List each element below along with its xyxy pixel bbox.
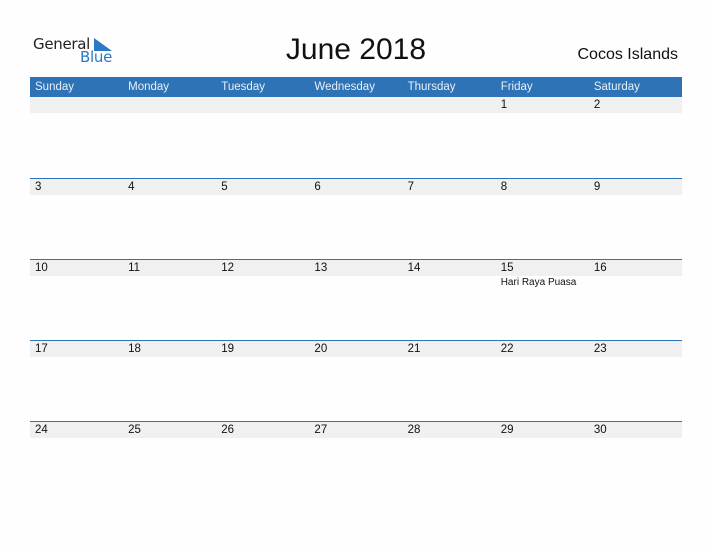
event-cell [216, 276, 309, 288]
event-cell [123, 113, 216, 114]
calendar-grid: Sunday Monday Tuesday Wednesday Thursday… [30, 77, 682, 502]
day-cell: 21 [407, 343, 421, 355]
event-cell [123, 357, 216, 358]
event-cell [123, 195, 216, 196]
day-cell: 6 [314, 181, 321, 193]
day-cell [216, 97, 309, 113]
week-row-1: 1 2 [30, 97, 682, 178]
weekday-friday: Friday [500, 81, 533, 93]
event-cell [309, 195, 402, 196]
day-cell: 18 [128, 343, 141, 355]
event-cell [403, 276, 496, 288]
event-cell [216, 438, 309, 439]
event-cell [30, 113, 123, 114]
event-cell [309, 357, 402, 358]
events-row [30, 438, 682, 439]
day-cell: 23 [593, 343, 607, 355]
weekday-wednesday: Wednesday [314, 81, 375, 93]
weekday-sunday: Sunday [35, 81, 75, 93]
event-cell [216, 113, 309, 114]
event-cell [589, 357, 682, 358]
day-cell [30, 97, 123, 113]
event-cell [309, 438, 402, 439]
day-cell: 9 [593, 181, 601, 193]
day-cell: 10 [35, 262, 48, 274]
day-cell: 22 [500, 343, 514, 355]
event-cell [589, 113, 682, 114]
week-row-4: 17 18 19 20 21 22 23 [30, 340, 682, 421]
events-row: Hari Raya Puasa [30, 276, 682, 288]
day-cell: 25 [128, 424, 141, 436]
day-cell [123, 97, 216, 113]
event-cell [30, 195, 123, 196]
day-number-band: 17 18 19 20 21 22 23 [30, 341, 682, 357]
event-cell [496, 357, 589, 358]
event-cell [216, 357, 309, 358]
day-cell: 17 [35, 343, 48, 355]
day-number-band: 24 25 26 27 28 29 30 [30, 422, 682, 438]
day-cell: 1 [500, 99, 508, 111]
week-row-3: 10 11 12 13 14 15 16 Hari Raya Puasa [30, 259, 682, 340]
event-cell [309, 113, 402, 114]
day-number-band: 1 2 [30, 97, 682, 113]
events-row [30, 195, 682, 196]
event-cell [496, 195, 589, 196]
day-cell: 27 [314, 424, 328, 436]
day-cell [403, 97, 496, 113]
day-cell: 19 [221, 343, 235, 355]
holiday-label: Hari Raya Puasa [500, 277, 577, 288]
event-cell [403, 195, 496, 196]
day-cell: 30 [593, 424, 607, 436]
day-cell: 2 [593, 99, 601, 111]
day-cell: 16 [593, 262, 607, 274]
event-cell [123, 438, 216, 439]
day-cell: 26 [221, 424, 235, 436]
event-cell [30, 276, 123, 288]
week-row-2: 3 4 5 6 7 8 9 [30, 178, 682, 259]
event-cell [123, 276, 216, 288]
day-cell: 3 [35, 181, 42, 193]
weekday-tuesday: Tuesday [221, 81, 265, 93]
day-cell: 28 [407, 424, 421, 436]
day-cell: 12 [221, 262, 235, 274]
weekday-header-row: Sunday Monday Tuesday Wednesday Thursday… [30, 77, 682, 97]
event-cell [309, 276, 402, 288]
day-cell: 13 [314, 262, 328, 274]
event-cell [30, 438, 123, 439]
day-cell [309, 97, 402, 113]
day-cell: 11 [128, 262, 141, 274]
events-row [30, 357, 682, 358]
day-cell: 20 [314, 343, 328, 355]
day-cell: 4 [128, 181, 135, 193]
day-cell: 7 [407, 181, 414, 193]
day-cell: 24 [35, 424, 48, 436]
events-row [30, 113, 682, 114]
day-cell: 14 [407, 262, 421, 274]
event-cell [496, 438, 589, 439]
event-cell [589, 438, 682, 439]
country-name: Cocos Islands [577, 46, 679, 63]
event-cell [216, 195, 309, 196]
day-cell: 5 [221, 181, 228, 193]
day-cell: 29 [500, 424, 514, 436]
weekday-saturday: Saturday [593, 81, 640, 93]
event-cell [589, 195, 682, 196]
event-cell [30, 357, 123, 358]
event-cell [496, 113, 589, 114]
day-number-band: 3 4 5 6 7 8 9 [30, 179, 682, 195]
day-number-band: 10 11 12 13 14 15 16 [30, 260, 682, 276]
event-cell [589, 276, 682, 288]
day-cell: 8 [500, 181, 508, 193]
weekday-thursday: Thursday [407, 81, 456, 93]
event-cell [403, 113, 496, 114]
week-row-5: 24 25 26 27 28 29 30 [30, 421, 682, 502]
weekday-monday: Monday [128, 81, 170, 93]
event-cell [403, 438, 496, 439]
day-cell: 15 [500, 262, 514, 274]
event-cell [403, 357, 496, 358]
